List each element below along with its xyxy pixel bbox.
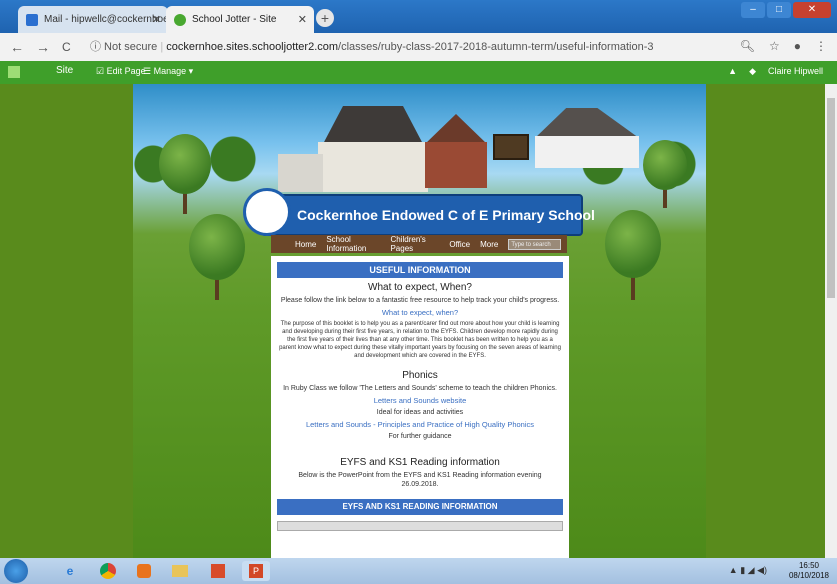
menu-school-information[interactable]: School Information — [326, 235, 380, 253]
profile-icon[interactable]: ● — [794, 39, 801, 53]
bell-icon[interactable]: ▲ — [728, 66, 737, 77]
site-toolbar: Site ☑ Edit Page ☰ Manage ▾ ▲ ◆ Claire H… — [0, 61, 837, 84]
app-icon[interactable] — [204, 561, 232, 581]
close-window-button[interactable]: ✕ — [793, 2, 831, 18]
bookmark-star-icon[interactable]: ☆ — [769, 39, 780, 53]
apps-grid-icon[interactable] — [8, 66, 20, 78]
school-nav-menu: Home School Information Children's Pages… — [271, 235, 567, 253]
address-bar: ← → C ⓘ Not secure | cockernhoe.sites.sc… — [0, 33, 837, 62]
user-menu[interactable]: Claire Hipwell — [768, 66, 823, 77]
new-tab-button[interactable]: + — [316, 9, 334, 27]
menu-icon[interactable]: ⋮ — [815, 39, 827, 53]
section-title: What to expect, When? — [368, 282, 472, 293]
tree — [605, 210, 661, 278]
tree — [643, 140, 687, 190]
reading-information-header: EYFS AND KS1 READING INFORMATION — [277, 499, 563, 515]
chrome-icon[interactable] — [94, 561, 122, 581]
what-to-expect-link[interactable]: What to expect, when? — [279, 308, 561, 317]
red-building — [425, 142, 487, 188]
site-search-input[interactable]: Type to search — [508, 238, 562, 250]
back-button[interactable]: ← — [10, 39, 24, 55]
paragraph: Ideal for ideas and activities — [376, 409, 464, 416]
content-panel: USEFUL INFORMATION What to expect, When?… — [271, 256, 569, 558]
security-indicator[interactable]: ⓘ Not secure — [90, 41, 157, 53]
school-logo[interactable] — [243, 188, 291, 236]
url-path: /classes/ruby-class-2017-2018-autumn-ter… — [338, 41, 654, 53]
shield-icon[interactable]: ◆ — [749, 66, 756, 77]
maximize-button[interactable]: □ — [767, 2, 791, 18]
powerpoint-icon[interactable]: P — [242, 561, 270, 581]
useful-information-header: USEFUL INFORMATION — [277, 262, 563, 278]
paragraph: For further guidance — [388, 433, 452, 440]
media-player-icon[interactable] — [130, 561, 158, 581]
reload-button[interactable]: C — [62, 40, 71, 54]
school-roof — [323, 106, 423, 144]
village-sign — [493, 134, 529, 160]
close-tab-icon[interactable]: ✕ — [298, 13, 307, 26]
windows-taskbar: e P ▲ ▮ ◢ ◀) 16:50 08/10/2018 — [0, 558, 837, 584]
letters-sounds-website-link[interactable]: Letters and Sounds website — [279, 396, 561, 405]
clock[interactable]: 16:50 08/10/2018 — [789, 561, 829, 581]
paragraph: Please follow the link below to a fantas… — [280, 297, 560, 304]
manage-menu[interactable]: ☰ Manage ▾ — [143, 66, 193, 77]
minimize-button[interactable]: – — [741, 2, 765, 18]
school-jotter-icon — [174, 13, 186, 26]
edit-page-button[interactable]: ☑ Edit Page — [96, 66, 146, 77]
menu-office[interactable]: Office — [449, 240, 470, 249]
tab-mail[interactable]: Mail - hipwellc@cockernhoe.herts... ✕ — [18, 6, 168, 33]
scrollbar-thumb[interactable] — [827, 98, 835, 298]
paragraph: In Ruby Class we follow 'The Letters and… — [283, 385, 557, 392]
url-field[interactable]: ⓘ Not secure | cockernhoe.sites.schooljo… — [90, 37, 760, 57]
system-tray[interactable]: ▲ ▮ ◢ ◀) — [729, 565, 767, 576]
file-explorer-icon[interactable] — [166, 561, 194, 581]
menu-home[interactable]: Home — [295, 240, 316, 249]
tree — [159, 134, 211, 194]
tree — [189, 214, 245, 280]
church-building — [535, 136, 639, 168]
paragraph: The purpose of this booklet is to help y… — [279, 321, 561, 359]
paragraph: Below is the PowerPoint from the EYFS an… — [298, 472, 542, 488]
red-roof — [425, 114, 487, 144]
section-title: EYFS and KS1 Reading information — [340, 457, 500, 468]
vertical-scrollbar[interactable] — [825, 84, 837, 558]
menu-childrens-pages[interactable]: Children's Pages — [390, 235, 439, 253]
url-host: cockernhoe.sites.schooljotter2.com — [166, 41, 339, 53]
tab-label: School Jotter - Site — [192, 14, 277, 25]
internet-explorer-icon[interactable]: e — [56, 561, 84, 581]
start-button[interactable] — [4, 559, 28, 583]
menu-more[interactable]: More — [480, 240, 498, 249]
annex-building — [278, 154, 323, 192]
close-tab-icon[interactable]: ✕ — [152, 13, 161, 26]
forward-button[interactable]: → — [36, 39, 50, 55]
clock-date: 08/10/2018 — [788, 571, 829, 580]
tab-school-jotter[interactable]: School Jotter - Site ✕ — [166, 6, 314, 33]
letters-sounds-principles-link[interactable]: Letters and Sounds - Principles and Prac… — [279, 420, 561, 429]
powerpoint-viewer-toolbar[interactable] — [277, 521, 563, 531]
site-label[interactable]: Site — [56, 65, 73, 76]
school-name-banner: Cockernhoe Endowed C of E Primary School — [261, 194, 595, 236]
window-controls: – □ ✕ — [739, 2, 831, 18]
zoom-icon[interactable]: 🔍︎ — [740, 39, 755, 53]
church-roof — [535, 108, 639, 138]
school-building — [318, 142, 428, 192]
school-name: Cockernhoe Endowed C of E Primary School — [297, 207, 595, 223]
browser-titlebar: Mail - hipwellc@cockernhoe.herts... ✕ Sc… — [0, 0, 837, 33]
clock-time: 16:50 — [798, 561, 819, 570]
section-title: Phonics — [402, 370, 438, 381]
tab-label: Mail - hipwellc@cockernhoe.herts... — [44, 14, 168, 25]
web-page: Cockernhoe Endowed C of E Primary School… — [0, 84, 837, 558]
outlook-icon — [26, 13, 38, 26]
